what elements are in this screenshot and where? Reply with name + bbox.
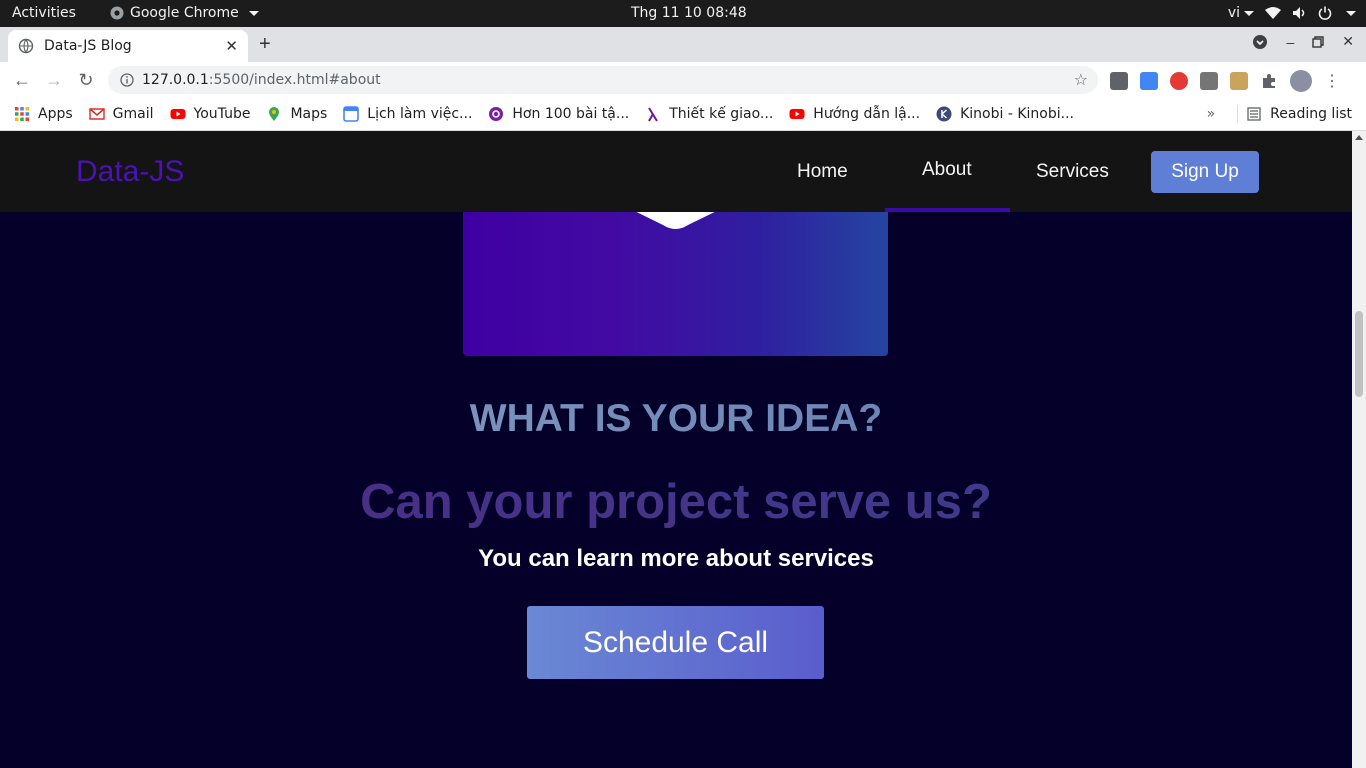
gmail-icon [88, 108, 105, 120]
bookmark-label: Lịch làm việc... [367, 106, 473, 122]
avatar[interactable] [1290, 70, 1312, 92]
globe-icon [18, 38, 34, 54]
app-menu-label: Google Chrome [130, 5, 239, 21]
scroll-up-icon[interactable] [1355, 135, 1363, 140]
system-tray[interactable]: vi [1228, 5, 1356, 21]
address-bar[interactable]: 127.0.0.1:5500/index.html#about ☆ [108, 66, 1098, 94]
kinobi-icon [936, 106, 952, 122]
extensions-row: ⋮ [1110, 70, 1340, 92]
back-arrow-icon[interactable]: ← [12, 70, 32, 90]
more-menu-icon[interactable]: ⋮ [1324, 71, 1340, 91]
chevron-down-icon [1244, 10, 1254, 16]
language-label: vi [1227, 5, 1240, 21]
bookmark-calendar[interactable]: Lịch làm việc... [343, 106, 472, 122]
serve-heading: Can your project serve us? [0, 474, 1352, 530]
window-controls: – ✕ [1252, 33, 1354, 50]
bookmark-kinobi[interactable]: Kinobi - Kinobi... [936, 106, 1074, 122]
info-icon[interactable] [120, 73, 134, 87]
chevron-down-icon [248, 10, 259, 16]
tab-title: Data-JS Blog [44, 38, 132, 54]
bookmark-label: Hướng dẫn lậ... [813, 106, 921, 122]
tab-strip: Data-JS Blog ✕ + – ✕ [0, 27, 1366, 62]
extension-icon[interactable] [1200, 72, 1218, 90]
bookmark-label: Maps [290, 106, 328, 122]
bookmark-guide[interactable]: Hướng dẫn lậ... [789, 106, 920, 122]
adblock-plus-icon[interactable] [1170, 72, 1188, 90]
extension-icon[interactable] [1230, 72, 1248, 90]
calendar-icon [343, 106, 360, 122]
nav-home[interactable]: Home [797, 161, 848, 183]
bookmark-apps[interactable]: Apps [14, 106, 73, 122]
apps-grid-icon [15, 107, 29, 121]
bookmarks-right: » Reading list [1207, 105, 1352, 123]
reading-list-icon [1247, 107, 1261, 121]
tab-data-js-blog[interactable]: Data-JS Blog ✕ [8, 30, 248, 62]
google-translate-icon[interactable] [1140, 72, 1158, 90]
puzzle-icon[interactable] [1260, 72, 1278, 90]
system-top-bar: Activities Google Chrome Thg 11 10 08:48… [0, 0, 1366, 27]
page-viewport: Data-JS Home About Services Sign Up WHAT… [0, 131, 1352, 768]
maps-icon [269, 107, 280, 121]
site-navbar: Data-JS Home About Services Sign Up [0, 131, 1352, 212]
bookmark-label: Kinobi - Kinobi... [960, 106, 1074, 122]
bookmark-label: Apps [38, 106, 73, 122]
language-indicator[interactable]: vi [1228, 5, 1254, 21]
bookmark-exercises[interactable]: Hơn 100 bài tậ... [488, 106, 629, 122]
bookmark-label: YouTube [193, 106, 251, 122]
reload-icon[interactable]: ↻ [76, 70, 96, 90]
forward-arrow-icon[interactable]: → [44, 70, 64, 90]
youtube-icon [170, 109, 186, 119]
reading-list-button[interactable]: Reading list [1270, 106, 1352, 122]
nav-about: About [922, 159, 972, 180]
youtube-icon [789, 109, 805, 119]
site-logo[interactable]: Data-JS [76, 155, 184, 189]
new-tab-button[interactable]: + [259, 33, 271, 56]
close-tab-icon[interactable]: ✕ [225, 37, 238, 55]
wifi-icon [1265, 7, 1281, 19]
bookmark-maps[interactable]: Maps [266, 106, 327, 122]
bookmark-label: Hơn 100 bài tậ... [512, 106, 630, 122]
more-bookmarks-icon[interactable]: » [1207, 106, 1216, 122]
chrome-icon [110, 6, 124, 20]
url-host: 127.0.0.1 [142, 72, 209, 88]
bookmark-label: Thiết kế giao... [669, 106, 774, 122]
lambda-icon [648, 107, 659, 122]
chevron-down-icon [1346, 10, 1356, 16]
restore-icon[interactable] [1312, 35, 1324, 48]
bookmark-star-icon[interactable]: ☆ [1074, 70, 1088, 89]
close-window-icon[interactable]: ✕ [1342, 33, 1354, 50]
activities-button[interactable]: Activities [12, 5, 76, 21]
extension-icon[interactable] [1110, 72, 1128, 90]
volume-icon [1293, 7, 1305, 19]
bookmark-gmail[interactable]: Gmail [88, 106, 154, 122]
clock[interactable]: Thg 11 10 08:48 [631, 5, 747, 21]
browser-toolbar: ← → ↻ 127.0.0.1:5500/index.html#about ☆ … [0, 62, 1366, 98]
scrollbar-thumb[interactable] [1355, 311, 1363, 397]
minimize-icon[interactable]: – [1286, 34, 1294, 50]
power-icon [1318, 6, 1332, 20]
signup-button[interactable]: Sign Up [1151, 151, 1259, 193]
app-menu[interactable]: Google Chrome [110, 5, 259, 21]
bookmark-design[interactable]: Thiết kế giao... [645, 106, 773, 122]
bookmark-youtube[interactable]: YouTube [170, 106, 251, 122]
bookmarks-bar: Apps Gmail YouTube Maps Lịch làm việc...… [0, 98, 1366, 131]
schedule-call-button[interactable]: Schedule Call [527, 606, 824, 679]
divider [1237, 105, 1239, 123]
tab-search-icon[interactable] [1252, 34, 1268, 50]
nav-about-active[interactable]: About [885, 131, 1010, 212]
url-path: :5500/index.html#about [208, 72, 381, 88]
idea-heading: WHAT IS YOUR IDEA? [0, 397, 1352, 441]
bookmark-label: Gmail [112, 106, 154, 122]
nav-services[interactable]: Services [1036, 161, 1109, 183]
at-icon [489, 107, 504, 121]
page-scrollbar[interactable] [1352, 131, 1366, 768]
learn-more-text: You can learn more about services [478, 545, 874, 572]
